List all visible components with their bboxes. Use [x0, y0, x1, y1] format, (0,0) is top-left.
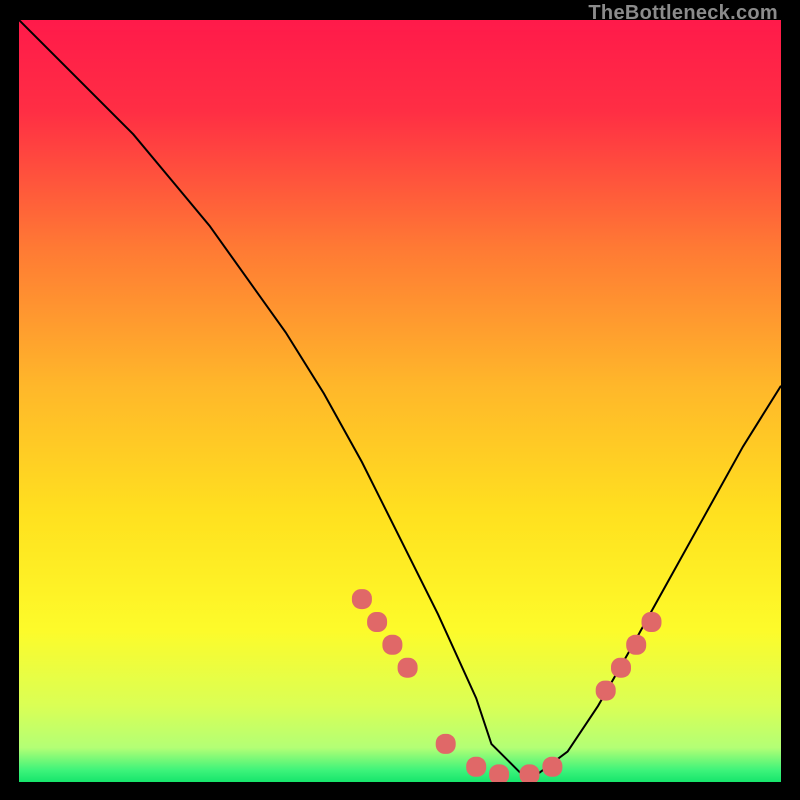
- chart-svg: [19, 20, 781, 782]
- marker-point: [382, 635, 402, 655]
- marker-point: [520, 764, 540, 782]
- marker-point: [596, 681, 616, 701]
- marker-point: [436, 734, 456, 754]
- marker-point: [489, 764, 509, 782]
- marker-point: [542, 757, 562, 777]
- marker-point: [398, 658, 418, 678]
- marker-point: [642, 612, 662, 632]
- marker-point: [367, 612, 387, 632]
- chart-frame: [19, 20, 781, 782]
- watermark-text: TheBottleneck.com: [588, 2, 778, 25]
- marker-point: [626, 635, 646, 655]
- marker-point: [611, 658, 631, 678]
- marker-point: [466, 757, 486, 777]
- marker-point: [352, 589, 372, 609]
